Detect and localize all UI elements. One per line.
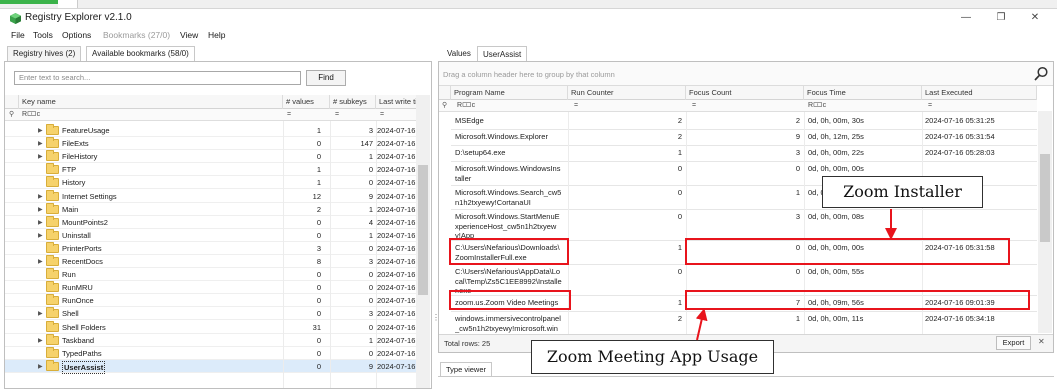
- arrow-to-zoom-meeting: [695, 308, 708, 341]
- annotation-arrows: [695, 209, 897, 341]
